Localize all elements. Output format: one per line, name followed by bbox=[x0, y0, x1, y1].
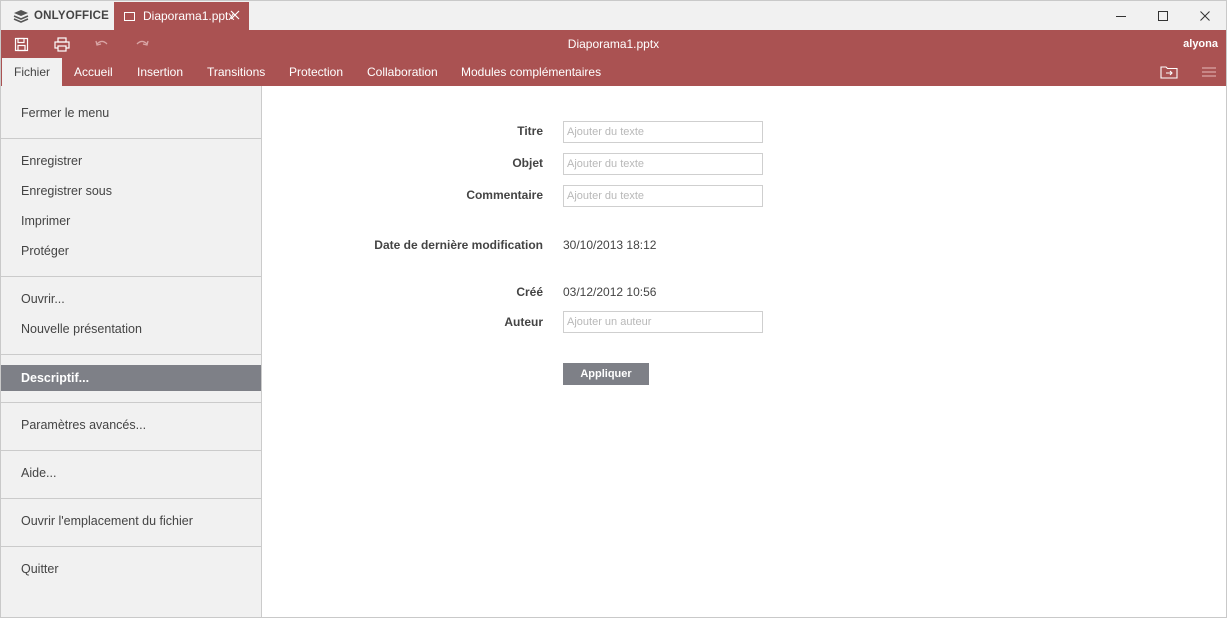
tab-insert[interactable]: Insertion bbox=[125, 58, 195, 86]
menu-new-presentation[interactable]: Nouvelle présentation bbox=[1, 316, 261, 342]
menu-divider bbox=[1, 354, 261, 355]
document-title: Diaporama1.pptx bbox=[567, 37, 660, 51]
menu-divider bbox=[1, 138, 261, 139]
tab-plugins[interactable]: Modules complémentaires bbox=[449, 58, 613, 86]
menu-open[interactable]: Ouvrir... bbox=[1, 286, 261, 312]
close-tab-icon[interactable] bbox=[229, 9, 241, 21]
document-tab-title: Diaporama1.pptx bbox=[143, 9, 235, 23]
ribbon-tabs: Fichier Accueil Insertion Transitions Pr… bbox=[1, 58, 1226, 86]
file-menu-panel: Fermer le menu Enregistrer Enregistrer s… bbox=[1, 86, 262, 617]
document-info-panel: Titre Objet Commentaire Date de dernière… bbox=[262, 86, 1226, 617]
menu-divider bbox=[1, 498, 261, 499]
onlyoffice-logo-icon bbox=[13, 10, 29, 23]
menu-save-as[interactable]: Enregistrer sous bbox=[1, 178, 261, 204]
minimize-icon bbox=[1116, 15, 1126, 17]
menu-save[interactable]: Enregistrer bbox=[1, 148, 261, 174]
menu-open-file-location[interactable]: Ouvrir l'emplacement du fichier bbox=[1, 508, 261, 534]
tab-transitions[interactable]: Transitions bbox=[195, 58, 277, 86]
menu-close[interactable]: Fermer le menu bbox=[1, 100, 261, 126]
menu-print[interactable]: Imprimer bbox=[1, 208, 261, 234]
maximize-icon bbox=[1158, 10, 1168, 21]
created-value: 03/12/2012 10:56 bbox=[563, 285, 657, 299]
presentation-icon bbox=[124, 11, 135, 21]
user-name[interactable]: alyona bbox=[1183, 38, 1218, 50]
close-window-button[interactable] bbox=[1184, 1, 1226, 30]
tab-protection[interactable]: Protection bbox=[277, 58, 355, 86]
comment-input[interactable] bbox=[563, 185, 763, 207]
menu-divider bbox=[1, 450, 261, 451]
tab-file[interactable]: Fichier bbox=[2, 58, 63, 86]
folder-arrow-icon bbox=[1160, 66, 1178, 79]
view-settings-button[interactable] bbox=[1200, 64, 1218, 80]
document-tab[interactable]: Diaporama1.pptx bbox=[114, 2, 249, 30]
subject-label: Objet bbox=[512, 156, 543, 170]
menu-help[interactable]: Aide... bbox=[1, 460, 261, 486]
maximize-button[interactable] bbox=[1142, 1, 1184, 30]
subject-input[interactable] bbox=[563, 153, 763, 175]
created-label: Créé bbox=[516, 285, 543, 299]
window-controls bbox=[1100, 1, 1226, 30]
quick-toolbar: Diaporama1.pptx alyona bbox=[1, 30, 1226, 58]
author-label: Auteur bbox=[504, 315, 543, 329]
menu-divider bbox=[1, 276, 261, 277]
brand-name: ONLYOFFICE bbox=[34, 10, 110, 22]
menu-divider bbox=[1, 546, 261, 547]
apply-button[interactable]: Appliquer bbox=[563, 363, 649, 385]
title-label: Titre bbox=[517, 124, 543, 138]
hamburger-icon bbox=[1202, 67, 1216, 77]
app-window: ONLYOFFICE Diaporama1.pptx Diaporama1.pp… bbox=[0, 0, 1227, 618]
menu-protect[interactable]: Protéger bbox=[1, 238, 261, 264]
last-modified-label: Date de dernière modification bbox=[374, 238, 543, 252]
tab-collaboration[interactable]: Collaboration bbox=[355, 58, 450, 86]
last-modified-value: 30/10/2013 18:12 bbox=[563, 238, 657, 252]
tab-home[interactable]: Accueil bbox=[62, 58, 125, 86]
menu-advanced-settings[interactable]: Paramètres avancés... bbox=[1, 412, 261, 438]
comment-label: Commentaire bbox=[466, 188, 543, 202]
minimize-button[interactable] bbox=[1100, 1, 1142, 30]
menu-divider bbox=[1, 402, 261, 403]
menu-quit[interactable]: Quitter bbox=[1, 556, 261, 582]
close-icon bbox=[1200, 10, 1210, 21]
menu-info[interactable]: Descriptif... bbox=[1, 365, 261, 391]
author-input[interactable] bbox=[563, 311, 763, 333]
title-input[interactable] bbox=[563, 121, 763, 143]
title-bar: ONLYOFFICE Diaporama1.pptx bbox=[1, 1, 1226, 30]
open-file-location-button[interactable] bbox=[1160, 64, 1178, 80]
brand-logo[interactable]: ONLYOFFICE bbox=[13, 7, 109, 25]
